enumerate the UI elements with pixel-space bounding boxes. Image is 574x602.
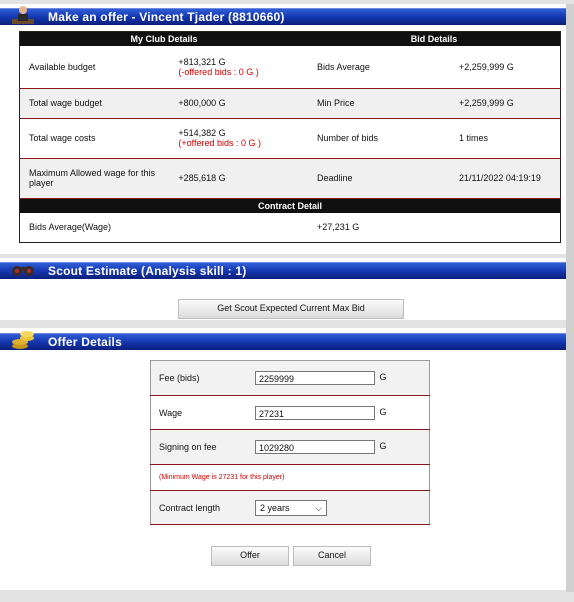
row-right-label: Deadline — [317, 173, 353, 183]
contract-length-select[interactable]: 2 years ⌵ — [255, 499, 327, 516]
scout-title: Scout Estimate (Analysis skill : 1) — [48, 264, 247, 278]
fee-unit: G — [379, 372, 387, 383]
wage-row: Wage 27231 G — [150, 396, 430, 430]
contract-length-row: Contract length 2 years ⌵ — [150, 490, 430, 525]
wage-input[interactable]: 27231 — [255, 405, 375, 420]
row-sub-value: (-offered bids : 0 G ) — [178, 66, 259, 77]
offer-details-header: Offer Details — [0, 331, 566, 350]
table-row: Bids Average(Wage) +27,231 G — [20, 213, 561, 243]
table-row: Available budget +813,321 G (-offered bi… — [19, 46, 561, 88]
fee-row: Fee (bids) 2259999 G — [150, 360, 430, 396]
get-scout-bid-button[interactable]: Get Scout Expected Current Max Bid — [178, 299, 404, 319]
bid-details-table: My Club Details Bid Details Available bu… — [19, 31, 561, 243]
min-wage-note-row: (Minimum Wage is 27231 for this player) — [150, 465, 430, 491]
table-row: Total wage budget +800,000 G Min Price +… — [19, 88, 561, 118]
row-right-value: 1 times — [459, 133, 489, 143]
coins-icon — [12, 331, 34, 349]
offer-title: Make an offer - Vincent Tjader (8810660) — [48, 10, 285, 24]
wage-unit: G — [379, 406, 387, 417]
row-right-value: 21/11/2022 04:19:19 — [459, 173, 541, 183]
row-label: Total wage costs — [29, 133, 96, 143]
row-value: +800,000 G — [178, 98, 226, 108]
contract-detail-header: Contract Detail — [19, 198, 561, 213]
row-right-label: Bids Average — [317, 61, 370, 72]
offer-header: Make an offer - Vincent Tjader (8810660) — [0, 6, 566, 25]
signing-fee-row: Signing on fee 1029280 G — [150, 429, 430, 465]
my-club-details-header: My Club Details — [19, 31, 308, 46]
row-right-value: +2,259,999 G — [459, 98, 514, 108]
contract-row-value: +27,231 G — [317, 222, 360, 233]
row-right-label: Number of bids — [317, 133, 379, 143]
table-row: Total wage costs +514,382 G (+offered bi… — [19, 118, 561, 158]
chevron-down-icon: ⌵ — [315, 502, 322, 513]
row-value: +813,321 G — [178, 56, 226, 67]
offer-form: Fee (bids) 2259999 G Wage 27231 G Signin… — [150, 360, 430, 525]
row-label: Maximum Allowed wage for this player — [29, 168, 156, 188]
signing-fee-label: Signing on fee — [159, 442, 217, 452]
row-value: +514,382 G — [178, 128, 226, 138]
signing-fee-unit: G — [379, 441, 387, 452]
bid-details-header: Bid Details — [308, 31, 561, 46]
row-value: +285,618 G — [178, 173, 226, 183]
row-label: Total wage budget — [29, 98, 103, 108]
fee-input[interactable]: 2259999 — [255, 371, 375, 385]
contract-length-value: 2 years — [260, 502, 290, 513]
wage-label: Wage — [159, 407, 183, 418]
offer-details-title: Offer Details — [48, 335, 122, 349]
binoculars-icon — [12, 266, 34, 276]
scrollbar[interactable] — [566, 4, 574, 592]
row-right-label: Min Price — [317, 98, 355, 108]
contract-length-label: Contract length — [159, 502, 221, 513]
scout-header: Scout Estimate (Analysis skill : 1) — [0, 262, 566, 279]
row-label: Available budget — [29, 61, 96, 72]
cancel-button[interactable]: Cancel — [293, 546, 371, 566]
min-wage-note: (Minimum Wage is 27231 for this player) — [159, 474, 285, 481]
row-sub-value: (+offered bids : 0 G ) — [178, 138, 261, 148]
row-right-value: +2,259,999 G — [459, 61, 514, 72]
signing-fee-input[interactable]: 1029280 — [255, 440, 375, 454]
table-row: Maximum Allowed wage for this player +28… — [19, 158, 561, 198]
contract-row-label: Bids Average(Wage) — [29, 222, 112, 233]
fee-label: Fee (bids) — [159, 373, 200, 383]
offer-button[interactable]: Offer — [211, 546, 289, 566]
manager-icon — [12, 6, 34, 24]
